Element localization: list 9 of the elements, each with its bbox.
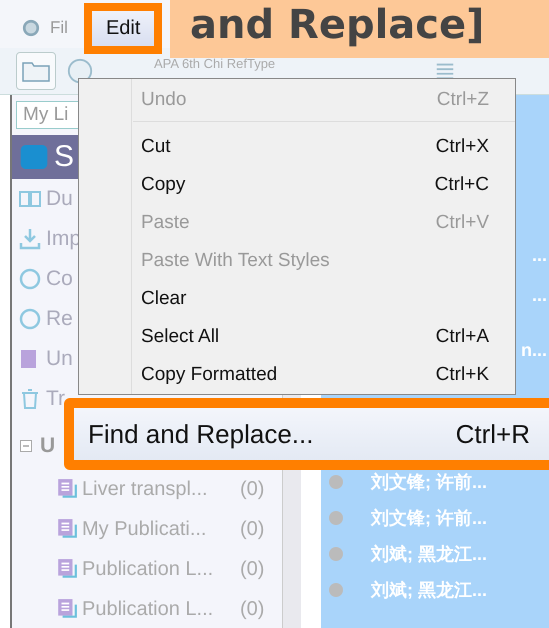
caption-banner: and Replace] xyxy=(170,0,549,58)
author-cell-text: 刘斌; 黑龙江... xyxy=(371,543,487,566)
author-cell-text: 刘文锋; 许前... xyxy=(371,471,487,494)
author-cell-text: 刘斌; 黑龙江... xyxy=(371,579,487,602)
author-cell-text: 刘文锋; 许前... xyxy=(371,507,487,530)
group-heading: U xyxy=(40,434,56,458)
author-cell: ... xyxy=(532,244,547,266)
author-cell: ... xyxy=(532,284,547,306)
author-cell: n... xyxy=(521,340,547,360)
